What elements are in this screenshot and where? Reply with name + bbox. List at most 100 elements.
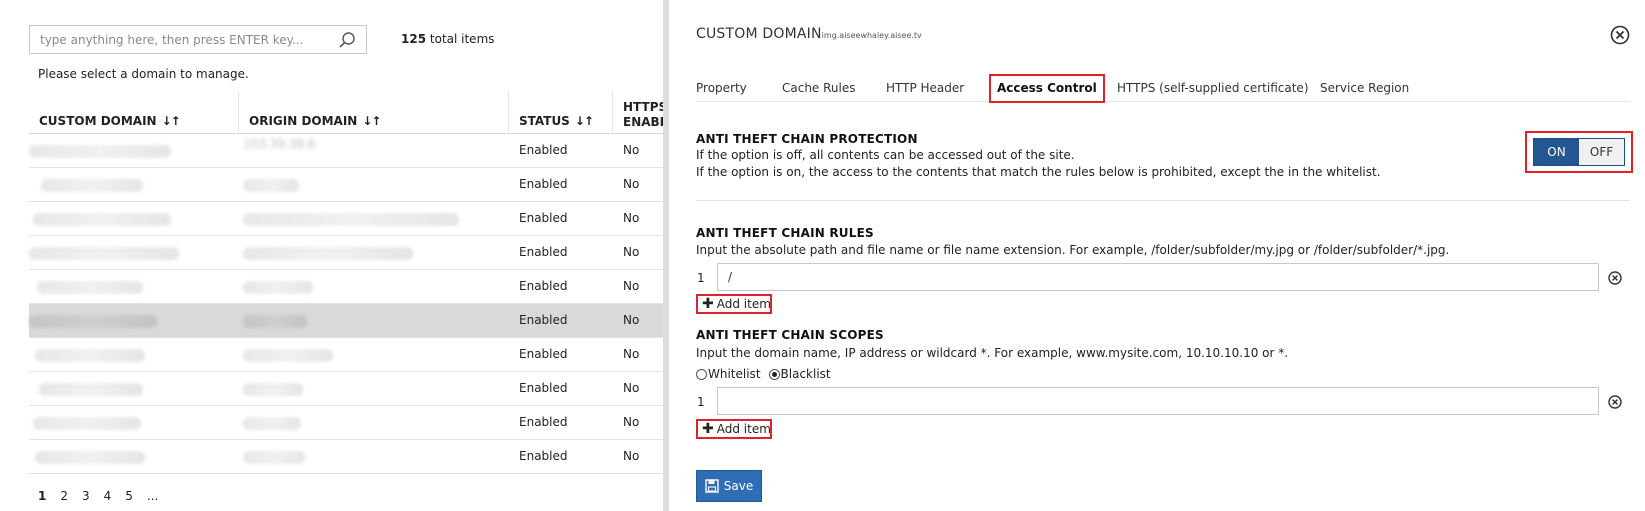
rule-path-input[interactable] <box>717 263 1599 291</box>
redacted-custom-domain <box>29 247 179 260</box>
add-scope-label: Add item <box>716 422 771 436</box>
https-enabled-cell: No <box>623 381 640 395</box>
remove-scope-icon[interactable] <box>1608 395 1622 409</box>
status-cell: Enabled <box>519 449 568 463</box>
add-rule-button[interactable]: ✚ Add item <box>696 294 772 314</box>
column-header-custom-domain[interactable]: CUSTOM DOMAIN ↓↑ <box>29 91 239 134</box>
redacted-custom-domain <box>33 213 171 226</box>
blacklist-radio[interactable]: Blacklist <box>768 367 831 381</box>
table-row[interactable]: Enabled No <box>29 270 663 304</box>
rules-desc: Input the absolute path and file name or… <box>696 243 1450 257</box>
redacted-origin-domain <box>243 349 333 362</box>
sort-icon[interactable]: ↓↑ <box>162 114 181 128</box>
domain-list-pane: 125 total items Please select a domain t… <box>0 0 663 511</box>
status-cell: Enabled <box>519 313 568 327</box>
panel-title: CUSTOM DOMAINimg.aiseewhaley.aisee.tv <box>696 26 922 42</box>
https-enabled-cell: No <box>623 177 640 191</box>
save-icon <box>705 479 719 493</box>
redacted-origin-domain <box>243 451 305 464</box>
column-header-label-line1: HTTPS <box>623 100 663 114</box>
status-cell: Enabled <box>519 415 568 429</box>
tab-http-header[interactable]: HTTP Header <box>886 74 964 102</box>
https-enabled-cell: No <box>623 415 640 429</box>
status-cell: Enabled <box>519 381 568 395</box>
rules-title: ANTI THEFT CHAIN RULES <box>696 226 874 240</box>
table-row[interactable]: Enabled No <box>29 440 663 474</box>
page-link-2[interactable]: 2 <box>60 489 68 503</box>
select-domain-message: Please select a domain to manage. <box>38 67 249 81</box>
table-row[interactable]: Enabled No <box>29 338 663 372</box>
add-rule-label: Add item <box>716 297 771 311</box>
remove-rule-icon[interactable] <box>1608 271 1622 285</box>
scopes-desc: Input the domain name, IP address or wil… <box>696 346 1289 360</box>
page-link-4[interactable]: 4 <box>104 489 112 503</box>
https-enabled-cell: No <box>623 449 640 463</box>
whitelist-radio[interactable]: Whitelist <box>696 367 761 381</box>
page-ellipsis[interactable]: ... <box>147 489 158 503</box>
search-input[interactable] <box>30 26 330 53</box>
save-label: Save <box>723 479 754 493</box>
total-suffix: total items <box>429 32 495 46</box>
table-row[interactable]: Enabled No <box>29 236 663 270</box>
table-row[interactable]: 103.39.38.6 Enabled No <box>29 134 663 168</box>
toggle-off-button[interactable]: OFF <box>1579 139 1624 165</box>
protection-desc-off: If the option is off, all contents can b… <box>696 148 1075 162</box>
total-count: 125 <box>401 32 427 46</box>
status-cell: Enabled <box>519 347 568 361</box>
search-icon[interactable] <box>338 31 356 49</box>
scope-row-index: 1 <box>697 395 705 409</box>
tab-service-region[interactable]: Service Region <box>1320 74 1409 102</box>
status-cell: Enabled <box>519 279 568 293</box>
column-header-status[interactable]: STATUS ↓↑ <box>509 91 613 134</box>
panel-subtitle: img.aiseewhaley.aisee.tv <box>821 31 922 40</box>
redacted-custom-domain <box>29 315 157 328</box>
domain-settings-panel: CUSTOM DOMAINimg.aiseewhaley.aisee.tv Pr… <box>669 0 1645 511</box>
column-header-label: ORIGIN DOMAIN <box>249 114 358 128</box>
search-box[interactable] <box>29 25 367 54</box>
tab-https-certificate[interactable]: HTTPS (self-supplied certificate) <box>1117 74 1309 102</box>
sort-icon[interactable]: ↓↑ <box>575 114 594 128</box>
redacted-origin-domain <box>243 383 303 396</box>
radio-checked-icon[interactable] <box>768 368 780 380</box>
column-header-label: CUSTOM DOMAIN <box>39 114 157 128</box>
status-cell: Enabled <box>519 211 568 225</box>
https-enabled-cell: No <box>623 245 640 259</box>
column-header-label: STATUS <box>519 114 570 128</box>
tab-access-control[interactable]: Access Control <box>989 74 1105 103</box>
column-header-label-line2: ENABLED <box>623 115 663 129</box>
protection-toggle[interactable]: ON OFF <box>1533 138 1625 166</box>
table-row[interactable]: Enabled No <box>29 372 663 406</box>
sort-icon[interactable]: ↓↑ <box>362 114 381 128</box>
redacted-custom-domain <box>41 179 143 192</box>
table-header-row: CUSTOM DOMAIN ↓↑ ORIGIN DOMAIN ↓↑ STATUS ↓↑… <box>29 91 663 134</box>
redacted-custom-domain <box>35 451 145 464</box>
settings-tabs: Property Cache Rules HTTP Header Access … <box>696 74 1630 103</box>
radio-unchecked-icon[interactable] <box>696 368 707 380</box>
scope-mode-radios: Whitelist Blacklist <box>696 367 831 381</box>
close-circle-icon[interactable] <box>1610 25 1630 45</box>
redacted-custom-domain <box>35 349 145 362</box>
redacted-custom-domain <box>29 145 171 158</box>
redacted-origin-domain <box>243 417 301 430</box>
save-button[interactable]: Save <box>696 470 762 502</box>
table-row[interactable]: Enabled No <box>29 406 663 440</box>
table-row[interactable]: Enabled No <box>29 202 663 236</box>
add-scope-button[interactable]: ✚ Add item <box>696 419 772 439</box>
redacted-custom-domain <box>33 417 141 430</box>
tab-cache-rules[interactable]: Cache Rules <box>782 74 856 102</box>
table-row[interactable]: Enabled No <box>29 304 663 338</box>
scopes-title: ANTI THEFT CHAIN SCOPES <box>696 328 884 342</box>
plus-icon: ✚ <box>702 296 714 312</box>
tab-property[interactable]: Property <box>696 74 747 102</box>
page-link-5[interactable]: 5 <box>125 489 133 503</box>
page-link-3[interactable]: 3 <box>82 489 90 503</box>
https-enabled-cell: No <box>623 143 640 157</box>
redacted-custom-domain <box>39 383 143 396</box>
redacted-origin-domain <box>243 213 459 226</box>
column-header-https-enabled[interactable]: HTTPSENABLED <box>613 91 663 134</box>
page-link-1[interactable]: 1 <box>38 489 46 503</box>
table-row[interactable]: Enabled No <box>29 168 663 202</box>
scope-domain-input[interactable] <box>717 387 1599 415</box>
redacted-custom-domain <box>37 281 143 294</box>
toggle-on-button[interactable]: ON <box>1534 139 1579 165</box>
